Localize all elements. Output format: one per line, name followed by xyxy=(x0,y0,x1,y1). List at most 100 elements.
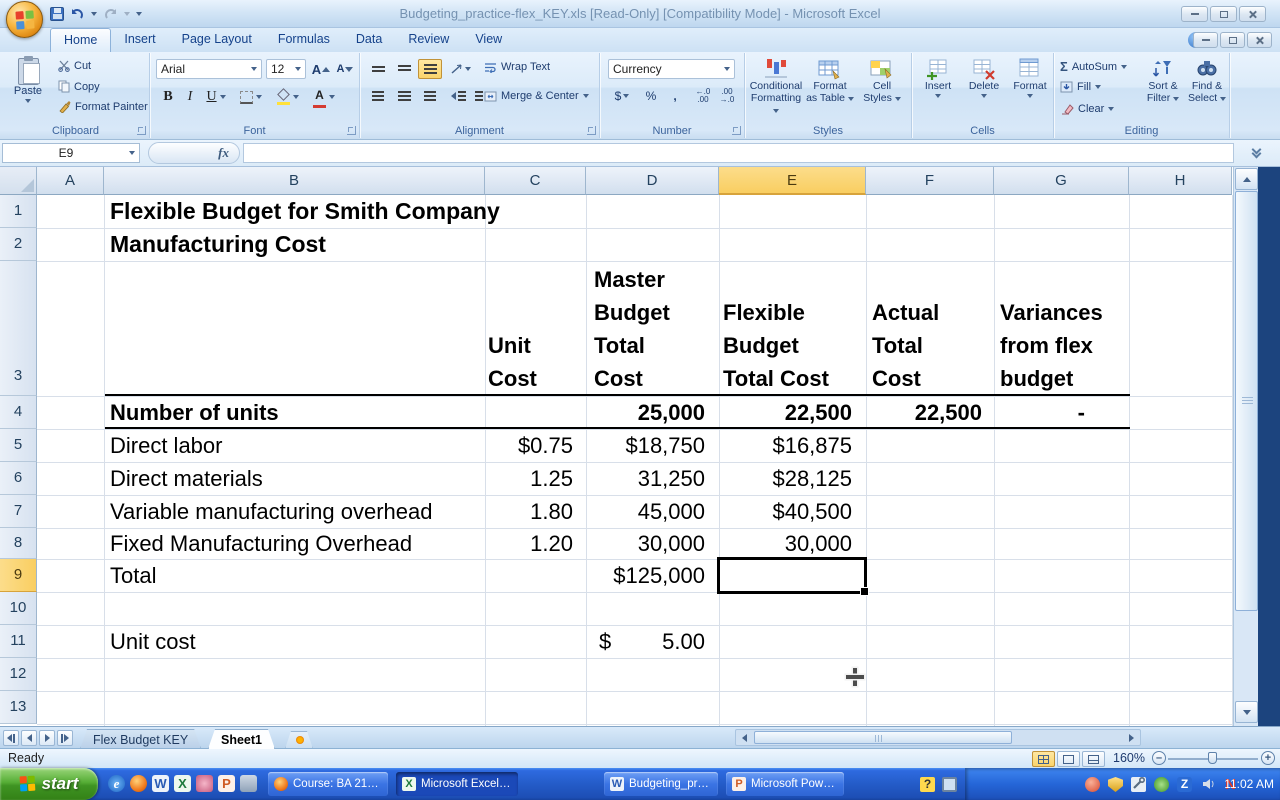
cell-B5[interactable]: Direct labor xyxy=(110,429,222,462)
tab-formulas[interactable]: Formulas xyxy=(265,28,343,52)
insert-cells-button[interactable]: Insert xyxy=(916,58,960,98)
help-tray-icon[interactable]: ? xyxy=(920,777,935,792)
orientation-button[interactable] xyxy=(446,59,474,79)
cell-B9[interactable]: Total xyxy=(110,559,156,592)
cell-B6[interactable]: Direct materials xyxy=(110,462,263,495)
app-close-button[interactable] xyxy=(1239,6,1266,22)
sheet-tab-sheet1[interactable]: Sheet1 xyxy=(208,729,275,749)
vertical-scrollbar[interactable] xyxy=(1233,167,1258,726)
decrease-indent-button[interactable] xyxy=(446,86,470,106)
row-header-7[interactable]: 7 xyxy=(0,495,37,528)
format-as-table-button[interactable]: Format as Table xyxy=(805,58,855,104)
font-size-combo[interactable]: 12 xyxy=(266,59,306,79)
cell-C8[interactable]: 1.20 xyxy=(485,528,573,559)
undo-dropdown-icon[interactable] xyxy=(91,12,97,16)
name-box[interactable]: E9 xyxy=(2,143,140,163)
first-sheet-icon[interactable] xyxy=(3,730,19,746)
column-header-g[interactable]: G xyxy=(994,167,1129,195)
excel-quicklaunch-icon[interactable]: X xyxy=(174,775,191,792)
cell-E6[interactable]: $28,125 xyxy=(719,462,852,495)
tab-review[interactable]: Review xyxy=(395,28,462,52)
autosum-button[interactable]: Σ AutoSum xyxy=(1060,59,1128,74)
key-quicklaunch-icon[interactable] xyxy=(196,775,213,792)
align-right-button[interactable] xyxy=(418,86,442,106)
row-header-4[interactable]: 4 xyxy=(0,396,37,429)
sheet-tab-flex-budget-key[interactable]: Flex Budget KEY xyxy=(80,729,201,749)
page-layout-view-button[interactable] xyxy=(1057,751,1080,767)
align-bottom-button[interactable] xyxy=(418,59,442,79)
conditional-formatting-button[interactable]: Conditional Formatting xyxy=(749,58,803,116)
cell-C6[interactable]: 1.25 xyxy=(485,462,573,495)
cell-D5[interactable]: $18,750 xyxy=(586,429,705,462)
cell-F3[interactable]: Actual Total Cost xyxy=(872,261,994,396)
cell-E3[interactable]: Flexible Budget Total Cost xyxy=(723,261,866,396)
cell-B7[interactable]: Variable manufacturing overhead xyxy=(110,495,432,528)
taskbar-task-excel[interactable]: X Microsoft Excel - Bud... xyxy=(396,772,518,796)
cell-D8[interactable]: 30,000 xyxy=(586,528,705,559)
tab-data[interactable]: Data xyxy=(343,28,395,52)
underline-button[interactable]: U xyxy=(202,87,230,107)
display-tray-icon[interactable] xyxy=(942,777,957,792)
vertical-scroll-thumb[interactable] xyxy=(1235,191,1258,611)
cell-D4[interactable]: 25,000 xyxy=(586,396,705,429)
next-sheet-icon[interactable] xyxy=(39,730,55,746)
clear-button[interactable]: Clear xyxy=(1060,103,1115,115)
cell-B11[interactable]: Unit cost xyxy=(110,625,196,658)
scroll-down-icon[interactable] xyxy=(1235,701,1258,723)
redo-dropdown-icon[interactable] xyxy=(124,12,130,16)
cell-F4[interactable]: 22,500 xyxy=(866,396,982,429)
tab-page-layout[interactable]: Page Layout xyxy=(169,28,265,52)
italic-button[interactable]: I xyxy=(180,87,200,107)
horizontal-scrollbar[interactable] xyxy=(735,729,1141,746)
cell-B4[interactable]: Number of units xyxy=(110,396,279,429)
cell-D11[interactable]: $ 5.00 xyxy=(586,625,705,658)
insert-worksheet-icon[interactable] xyxy=(285,731,313,749)
row-header-5[interactable]: 5 xyxy=(0,429,37,462)
insert-function-button[interactable]: fx xyxy=(148,142,240,164)
fill-button[interactable]: Fill xyxy=(1060,81,1102,93)
column-header-c[interactable]: C xyxy=(485,167,586,195)
cell-D9[interactable]: $125,000 xyxy=(586,559,705,592)
cell-D3[interactable]: Master Budget Total Cost xyxy=(594,261,719,396)
sort-filter-button[interactable]: Sort & Filter xyxy=(1142,58,1184,104)
font-name-combo[interactable]: Arial xyxy=(156,59,262,79)
zoom-out-button[interactable]: – xyxy=(1152,751,1166,765)
cell-B8[interactable]: Fixed Manufacturing Overhead xyxy=(110,528,412,559)
scroll-left-icon[interactable] xyxy=(737,731,752,744)
find-select-button[interactable]: Find & Select xyxy=(1186,58,1228,104)
borders-button[interactable] xyxy=(236,87,266,107)
bold-button[interactable]: B xyxy=(158,87,178,107)
accounting-format-button[interactable]: $ xyxy=(608,86,636,106)
alignment-dialog-launcher[interactable] xyxy=(587,126,596,135)
messenger-quicklaunch-icon[interactable] xyxy=(240,775,257,792)
cell-E4[interactable]: 22,500 xyxy=(719,396,852,429)
paste-button[interactable]: Paste xyxy=(6,56,50,103)
wrap-text-button[interactable]: Wrap Text xyxy=(484,61,550,73)
workbook-restore-button[interactable] xyxy=(1220,32,1245,48)
zoom-slider-thumb[interactable] xyxy=(1208,752,1217,764)
previous-sheet-icon[interactable] xyxy=(21,730,37,746)
cut-button[interactable]: Cut xyxy=(58,60,91,72)
selected-cell-E9[interactable] xyxy=(717,557,869,596)
comma-style-button[interactable]: , xyxy=(666,86,684,106)
scroll-up-icon[interactable] xyxy=(1235,168,1258,190)
align-middle-button[interactable] xyxy=(392,59,416,79)
row-header-1[interactable]: 1 xyxy=(0,195,37,228)
tab-view[interactable]: View xyxy=(462,28,515,52)
align-center-button[interactable] xyxy=(392,86,416,106)
grow-font-button[interactable]: A xyxy=(310,59,332,79)
row-header-2[interactable]: 2 xyxy=(0,228,37,261)
cell-styles-button[interactable]: Cell Styles xyxy=(857,58,907,104)
firefox-quicklaunch-icon[interactable] xyxy=(130,775,147,792)
font-dialog-launcher[interactable] xyxy=(347,126,356,135)
page-break-view-button[interactable] xyxy=(1082,751,1105,767)
cell-B2[interactable]: Manufacturing Cost xyxy=(110,228,326,261)
row-header-6[interactable]: 6 xyxy=(0,462,37,495)
green-tray-icon[interactable] xyxy=(1154,777,1169,792)
wrench-tray-icon[interactable] xyxy=(1131,776,1146,792)
column-header-a[interactable]: A xyxy=(37,167,104,195)
column-header-f[interactable]: F xyxy=(866,167,994,195)
row-header-13[interactable]: 13 xyxy=(0,691,37,724)
cell-G4[interactable]: - xyxy=(994,396,1085,429)
cell-E5[interactable]: $16,875 xyxy=(719,429,852,462)
